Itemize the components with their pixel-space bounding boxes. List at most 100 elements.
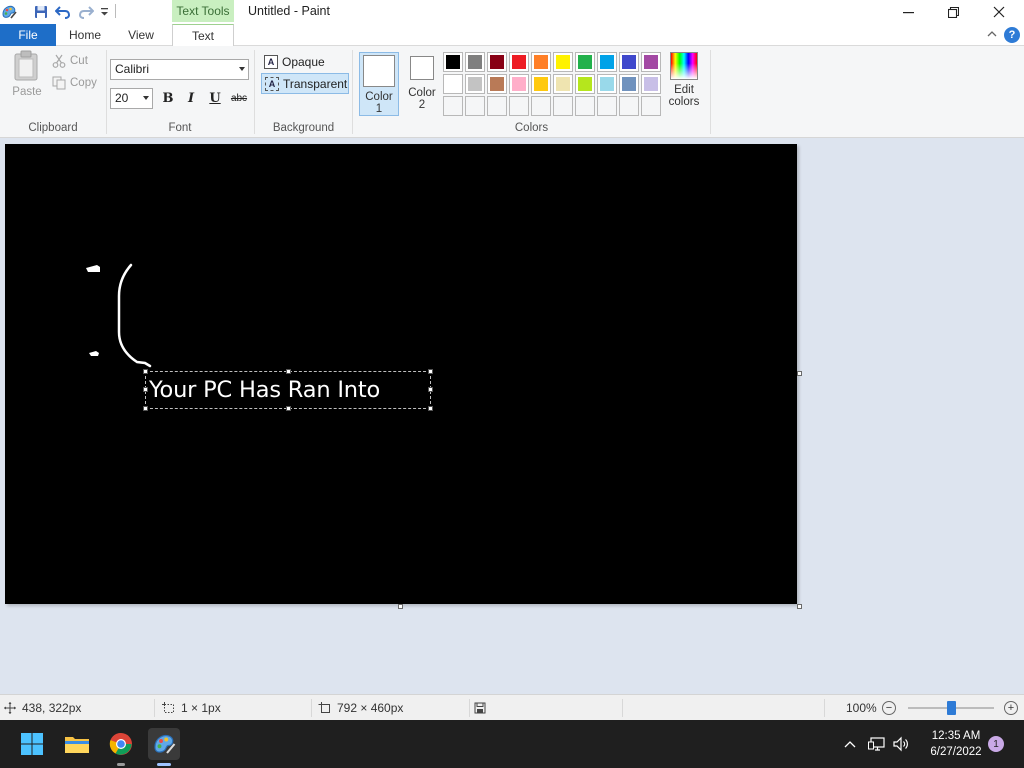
system-clock[interactable]: 12:35 AM 6/27/2022 — [918, 728, 994, 760]
edit-colors-label-line2: colors — [668, 96, 700, 108]
palette-swatch[interactable] — [553, 74, 573, 94]
strikethrough-button[interactable]: abc — [228, 88, 250, 108]
colors-group-label: Colors — [514, 122, 549, 134]
palette-swatch[interactable] — [619, 96, 639, 116]
start-windows-icon[interactable] — [16, 728, 48, 760]
tab-file[interactable]: File — [0, 24, 56, 46]
help-icon[interactable]: ? — [1004, 27, 1020, 43]
font-family-select[interactable]: Calibri — [110, 59, 249, 80]
opaque-option[interactable]: A Opaque — [261, 51, 349, 72]
palette-swatch[interactable] — [487, 74, 507, 94]
paste-button[interactable]: Paste — [6, 50, 48, 112]
font-size-select[interactable]: 20 — [110, 88, 153, 109]
palette-swatch[interactable] — [641, 52, 661, 72]
color-1-button[interactable]: Color 1 — [359, 52, 399, 116]
resize-handle-bottom-right[interactable] — [428, 406, 433, 411]
palette-swatch[interactable] — [509, 52, 529, 72]
file-explorer-icon[interactable] — [61, 728, 93, 760]
color-spectrum-icon — [670, 52, 698, 80]
volume-icon[interactable] — [891, 734, 911, 754]
restore-button[interactable] — [930, 0, 976, 24]
notification-badge[interactable]: 1 — [988, 736, 1004, 752]
palette-swatch[interactable] — [465, 52, 485, 72]
paint-canvas[interactable]: Your PC Has Ran Into — [5, 144, 797, 604]
collapse-ribbon-chevron-up-icon[interactable] — [986, 28, 998, 43]
palette-swatch[interactable] — [619, 74, 639, 94]
italic-button[interactable]: I — [181, 88, 201, 108]
palette-swatch[interactable] — [443, 96, 463, 116]
zoom-in-button[interactable]: + — [1004, 701, 1018, 715]
palette-swatch[interactable] — [443, 52, 463, 72]
clipboard-icon — [14, 50, 38, 81]
canvas-workspace[interactable]: Your PC Has Ran Into — [0, 139, 1024, 694]
text-box[interactable]: Your PC Has Ran Into — [143, 369, 433, 411]
resize-handle-top[interactable] — [286, 369, 291, 374]
palette-swatch[interactable] — [641, 74, 661, 94]
palette-swatch[interactable] — [597, 96, 617, 116]
palette-swatch[interactable] — [619, 52, 639, 72]
undo-icon[interactable] — [54, 3, 72, 21]
edit-colors-label-line1: Edit — [674, 84, 694, 96]
transparent-label: Transparent — [283, 76, 348, 91]
resize-handle-top-right[interactable] — [428, 369, 433, 374]
copy-button[interactable]: Copy — [52, 74, 97, 92]
zoom-slider-thumb[interactable] — [947, 701, 956, 715]
palette-swatch[interactable] — [553, 96, 573, 116]
show-hidden-icons-chevron-up-icon[interactable] — [840, 734, 860, 754]
canvas-resize-handle-corner[interactable] — [797, 604, 802, 609]
palette-swatch[interactable] — [465, 74, 485, 94]
redo-icon[interactable] — [77, 3, 95, 21]
text-box-content[interactable]: Your PC Has Ran Into — [149, 377, 380, 403]
palette-swatch[interactable] — [575, 52, 595, 72]
palette-swatch[interactable] — [641, 96, 661, 116]
palette-swatch-fill — [622, 55, 636, 69]
toolbar-separator — [115, 4, 116, 18]
paint-app-icon[interactable] — [0, 3, 18, 21]
save-icon[interactable] — [33, 3, 49, 21]
palette-swatch-fill — [578, 55, 592, 69]
canvas-size: 792 × 460px — [318, 695, 403, 721]
resize-handle-right[interactable] — [428, 387, 433, 392]
paint-taskbar-icon[interactable] — [148, 728, 180, 766]
minimize-button[interactable] — [885, 0, 931, 24]
chrome-icon[interactable] — [105, 728, 137, 766]
palette-swatch-fill — [512, 55, 526, 69]
palette-swatch[interactable] — [531, 52, 551, 72]
tab-text[interactable]: Text — [172, 24, 234, 47]
clock-date: 6/27/2022 — [930, 746, 982, 758]
palette-swatch[interactable] — [531, 96, 551, 116]
tab-home[interactable]: Home — [58, 24, 112, 46]
close-button[interactable] — [976, 0, 1022, 24]
resize-handle-bottom[interactable] — [286, 406, 291, 411]
resize-handle-top-left[interactable] — [143, 369, 148, 374]
resize-handle-bottom-left[interactable] — [143, 406, 148, 411]
palette-swatch[interactable] — [509, 96, 529, 116]
bold-button[interactable]: B — [158, 88, 178, 108]
canvas-resize-handle-right[interactable] — [797, 371, 802, 376]
color-1-swatch — [363, 55, 395, 87]
tab-view[interactable]: View — [114, 24, 168, 46]
resize-handle-left[interactable] — [143, 387, 148, 392]
palette-swatch[interactable] — [597, 52, 617, 72]
zoom-out-button[interactable]: − — [882, 701, 896, 715]
canvas-resize-handle-bottom[interactable] — [398, 604, 403, 609]
edit-colors-button[interactable]: Edit colors — [664, 52, 704, 116]
transparent-option[interactable]: A Transparent — [261, 73, 349, 94]
palette-swatch[interactable] — [465, 96, 485, 116]
running-indicator — [117, 763, 125, 766]
palette-swatch[interactable] — [553, 52, 573, 72]
transparent-icon: A — [265, 76, 279, 91]
palette-swatch[interactable] — [509, 74, 529, 94]
palette-swatch[interactable] — [487, 52, 507, 72]
underline-button[interactable]: U — [205, 88, 225, 108]
customize-toolbar-chevron-icon[interactable] — [98, 3, 110, 21]
cut-button[interactable]: Cut — [52, 52, 88, 70]
palette-swatch[interactable] — [575, 96, 595, 116]
palette-swatch[interactable] — [597, 74, 617, 94]
palette-swatch[interactable] — [487, 96, 507, 116]
network-icon[interactable] — [867, 734, 887, 754]
palette-swatch[interactable] — [531, 74, 551, 94]
palette-swatch[interactable] — [575, 74, 595, 94]
palette-swatch[interactable] — [443, 74, 463, 94]
color-2-button[interactable]: Color 2 — [402, 52, 442, 116]
